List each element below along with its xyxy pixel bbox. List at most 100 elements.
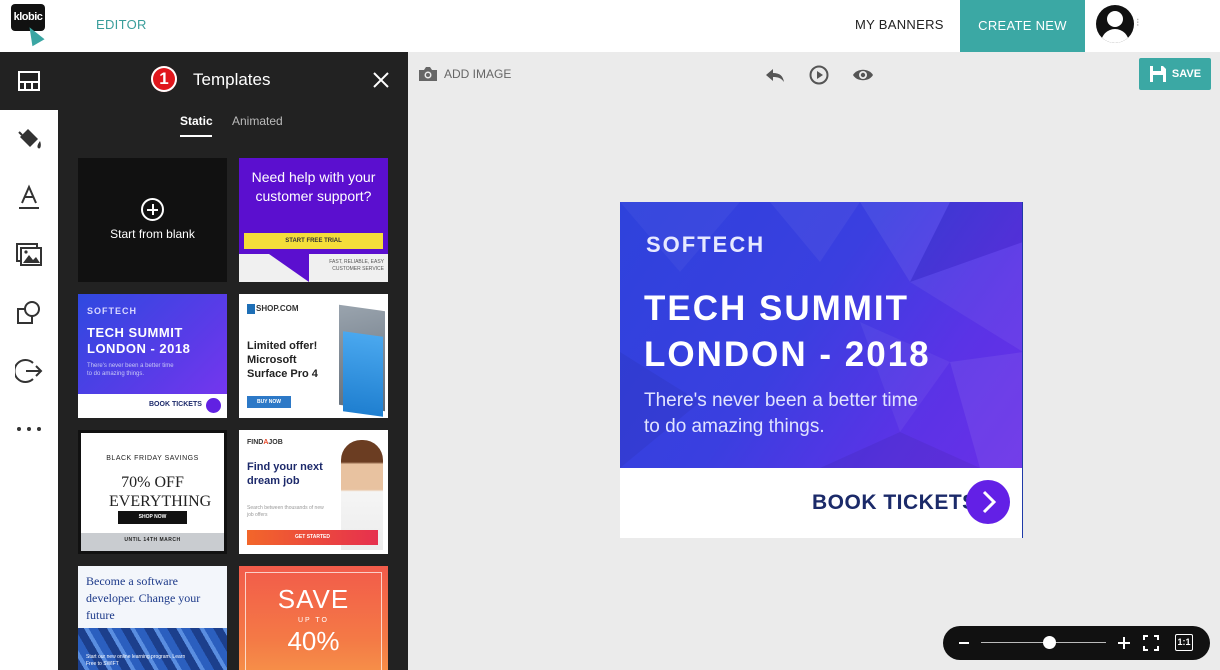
editor-canvas: ADD IMAGE SAVE SOFTECH TECH SUMMIT LONDO… [408,52,1220,670]
template-logo: FINDAJOB [247,439,283,446]
template-footer-text: UNTIL 14TH MARCH [124,537,181,543]
template-headline: 70% OFF EVERYTHING [109,474,212,510]
template-tech-summit[interactable]: SOFTECH TECH SUMMIT LONDON - 2018 There'… [78,294,227,418]
nav-my-banners-link[interactable]: MY BANNERS [855,17,944,32]
template-find-a-job[interactable]: FINDAJOB Find your next dream job Search… [239,430,388,554]
template-subtitle: There's never been a better time to do a… [87,363,174,377]
banner-artboard[interactable]: SOFTECH TECH SUMMIT LONDON - 2018 There'… [620,202,1023,538]
close-panel-button[interactable] [371,70,391,90]
panel-title: Templates [193,70,271,89]
template-black-friday[interactable]: BLACK FRIDAY SAVINGS 70% OFF EVERYTHING … [78,430,227,554]
undo-button[interactable] [764,64,786,86]
fullscreen-button[interactable] [1143,635,1159,651]
paint-bucket-icon [18,129,41,149]
banner-cta-text[interactable]: BOOK TICKETS [812,491,977,515]
template-shop-surface[interactable]: SHOP.COM Limited offer! Microsoft Surfac… [239,294,388,418]
templates-panel: 1 Templates Static Animated Start from b… [58,52,408,670]
banner-subtitle-line: There's never been a better time [644,390,918,411]
tab-active-underline [180,135,212,137]
rail-images[interactable] [0,226,58,284]
user-menu-dots-icon[interactable]: ⁝ [1136,16,1140,29]
banner-subtitle-line: to do amazing things. [644,416,825,437]
rail-exit[interactable] [0,342,58,400]
chevron-right-icon [982,490,997,514]
add-circle-icon [141,198,164,221]
rail-text[interactable] [0,168,58,226]
template-discount: 40% [287,626,340,656]
banner-editor-app: klobic EDITOR MY BANNERS CREATE NEW ⁝ 1 … [0,0,1220,670]
template-cta: START FREE TRIAL [244,233,383,249]
layout-icon [18,71,40,91]
save-label: SAVE [1171,68,1202,80]
close-icon [373,72,389,88]
artboard-edge [1022,202,1023,538]
template-kicker: BLACK FRIDAY SAVINGS [106,455,199,462]
banner-headline[interactable]: TECH SUMMIT LONDON - 2018 [644,286,931,378]
template-customer-support[interactable]: Need help with your customer support? ST… [239,158,388,282]
fullscreen-icon [1143,635,1159,651]
template-start-blank[interactable]: Start from blank [78,158,227,282]
play-icon [809,65,829,85]
banner-brand[interactable]: SOFTECH [646,232,765,258]
template-brand: SOFTECH [87,306,138,316]
template-logo: SHOP.COM [247,304,299,314]
arrow-circle-icon [206,398,221,413]
banner-headline-line: TECH SUMMIT [644,289,910,328]
banner-cta-circle[interactable] [966,480,1010,524]
zoom-toolbar: 1:1 [943,626,1210,660]
template-subtitle: Start our new online learning program. L… [86,654,186,667]
zoom-out-icon[interactable] [959,642,969,644]
rail-more[interactable] [0,400,58,458]
avatar-head [1107,11,1123,27]
template-cta: BOOK TICKETS [149,401,202,408]
logo-part: JOB [268,439,283,446]
template-software-developer[interactable]: Become a software developer. Change your… [78,566,227,670]
preview-button[interactable] [852,64,874,86]
logo-part: FIND [247,439,264,446]
user-avatar[interactable] [1096,5,1134,43]
rail-templates[interactable] [0,52,58,110]
template-headline: SAVE [277,584,350,614]
klobic-logo[interactable]: klobic [11,4,45,47]
template-cta: GET STARTED [247,530,378,545]
nav-editor-link[interactable]: EDITOR [96,17,147,32]
avatar-body [1101,29,1129,43]
add-image-button[interactable]: ADD IMAGE [418,66,511,82]
rail-shapes[interactable] [0,284,58,342]
template-headline: Become a software developer. Change your… [86,574,201,622]
step-badge: 1 [151,66,177,92]
rail-background[interactable] [0,110,58,168]
template-kicker: UP TO [297,617,329,624]
template-save-40[interactable]: SAVE UP TO 40% [239,566,388,670]
template-logo-text: SHOP.COM [256,304,299,314]
template-subtitle: Search between thousands of new job offe… [247,505,324,518]
tab-static[interactable]: Static [180,114,213,128]
save-button[interactable]: SAVE [1139,58,1211,90]
shapes-icon [17,301,40,324]
banner-subtitle[interactable]: There's never been a better time to do a… [644,388,918,440]
actual-size-button[interactable]: 1:1 [1175,634,1193,651]
tab-animated[interactable]: Animated [232,114,283,128]
banner-hero: SOFTECH TECH SUMMIT LONDON - 2018 There'… [620,202,1023,468]
start-from-blank-label: Start from blank [110,227,195,241]
images-icon [16,243,42,266]
template-cta: BUY NOW [247,396,291,408]
tool-rail [0,52,58,670]
text-icon [19,184,39,209]
zoom-slider-handle[interactable] [1043,636,1057,649]
template-cta: SHOP NOW [118,511,187,524]
template-headline: Limited offer! Microsoft Surface Pro 4 [247,340,318,380]
template-headline: Find your next dream job [247,461,323,487]
template-headline: TECH SUMMIT LONDON - 2018 [87,325,191,356]
shop-logo-mark [247,304,255,314]
template-headline: Need help with your customer support? [251,169,376,204]
exit-icon [15,359,43,383]
add-image-label: ADD IMAGE [444,67,512,81]
create-new-button[interactable]: CREATE NEW [960,0,1085,52]
play-button[interactable] [808,64,830,86]
keyboard-image [343,331,383,417]
more-icon [17,427,41,431]
zoom-in-icon[interactable] [1118,637,1130,649]
undo-icon [766,69,784,82]
camera-icon [419,67,437,81]
